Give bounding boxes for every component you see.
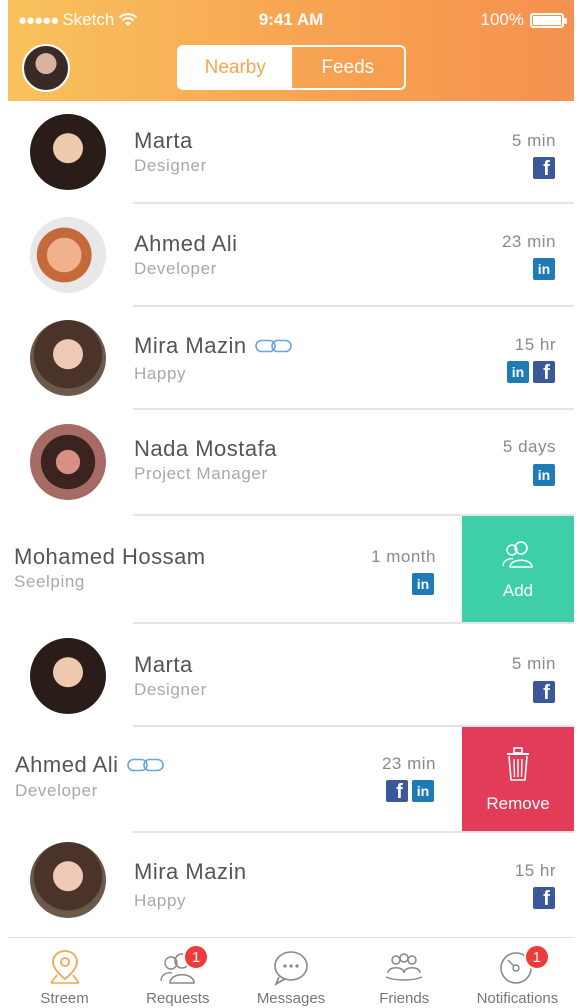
list-item[interactable]: Mira Mazin Happy 15 hr f — [8, 833, 574, 937]
friends-icon — [381, 946, 427, 988]
map-pin-icon — [42, 946, 88, 988]
tab-label: Streem — [40, 990, 89, 1007]
avatar — [30, 320, 106, 396]
tab-label: Messages — [256, 990, 326, 1007]
tab-requests[interactable]: 1 Requests — [121, 938, 234, 1008]
time-ago: 15 hr — [514, 861, 556, 880]
facebook-icon[interactable]: f — [386, 780, 408, 802]
time-ago: 23 min — [501, 232, 556, 251]
facebook-icon[interactable]: f — [533, 157, 555, 179]
tab-notifications[interactable]: 1 Notifications — [461, 938, 574, 1008]
avatar — [30, 424, 106, 500]
social-links: f in — [386, 780, 434, 802]
add-label: Add — [502, 581, 534, 600]
person-subtitle: Seelping — [14, 572, 85, 591]
facebook-icon[interactable]: f — [533, 887, 555, 909]
person-subtitle: Happy — [134, 891, 187, 910]
segment-nearby[interactable]: Nearby — [179, 47, 292, 88]
person-name: Mohamed Hossam — [14, 544, 206, 569]
person-subtitle: Designer — [134, 156, 207, 175]
avatar — [30, 114, 106, 190]
people-list: Marta Designer 5 min f Ahmed Ali Develop… — [8, 101, 574, 937]
person-subtitle: Developer — [134, 259, 217, 278]
facebook-icon[interactable]: f — [533, 681, 555, 703]
profile-avatar[interactable] — [22, 44, 70, 92]
person-name: Mira Mazin — [134, 333, 293, 359]
requests-badge: 1 — [183, 944, 210, 970]
add-button[interactable]: Add — [462, 516, 574, 624]
tab-friends[interactable]: Friends — [348, 938, 461, 1008]
social-links: f — [533, 887, 555, 909]
tab-label: Requests — [146, 990, 210, 1007]
battery-icon — [530, 12, 567, 28]
linkedin-icon[interactable]: in — [533, 464, 555, 486]
battery-status: 100% — [480, 10, 567, 30]
add-friend-icon — [502, 541, 533, 568]
list-item[interactable]: Mira Mazin Happy 15 hr in f — [8, 307, 574, 410]
time-ago: 1 month — [371, 547, 436, 566]
tab-label: Friends — [379, 990, 430, 1007]
status-bar: ●●●●● Sketch 9:41 AM 100% — [8, 0, 574, 36]
list-item[interactable]: Marta Designer 5 min f — [8, 624, 574, 727]
person-name: Ahmed Ali — [15, 752, 165, 778]
person-name: Marta — [134, 128, 193, 153]
linkedin-icon[interactable]: in — [412, 573, 434, 595]
notifications-badge: 1 — [523, 944, 550, 970]
social-links: in f — [507, 361, 555, 383]
person-name: Ahmed Ali — [134, 231, 238, 256]
time-ago: 5 days — [502, 437, 556, 456]
remove-button[interactable]: Remove — [462, 727, 574, 833]
social-links: in — [533, 464, 555, 486]
social-links: f — [533, 681, 555, 703]
time-ago: 5 min — [511, 131, 556, 150]
segmented-control: Nearby Feeds — [177, 45, 406, 90]
person-subtitle: Developer — [15, 781, 98, 800]
avatar — [30, 842, 106, 918]
list-item[interactable]: Ahmed Ali Developer 23 min f in Remove — [8, 727, 574, 833]
time-ago: 23 min — [381, 754, 436, 773]
social-links: f — [533, 157, 555, 179]
link-icon — [126, 758, 164, 772]
app-header: ●●●●● Sketch 9:41 AM 100% Nearby Feeds — [8, 0, 574, 101]
list-item[interactable]: Nada Mostafa Project Manager 5 days in — [8, 410, 574, 516]
person-name: Marta — [134, 652, 193, 677]
trash-icon — [507, 747, 529, 781]
link-icon — [254, 339, 292, 353]
time-ago: 5 min — [511, 654, 556, 673]
remove-label: Remove — [486, 794, 550, 813]
person-subtitle: Designer — [134, 680, 207, 699]
battery-percent: 100% — [480, 10, 524, 29]
segment-feeds[interactable]: Feeds — [292, 47, 405, 88]
linkedin-icon[interactable]: in — [507, 361, 529, 383]
avatar — [30, 638, 106, 714]
social-links: in — [533, 258, 555, 280]
person-name: Mira Mazin — [134, 859, 247, 884]
linkedin-icon[interactable]: in — [412, 780, 434, 802]
tab-messages[interactable]: Messages — [234, 938, 347, 1008]
tab-streem[interactable]: Streem — [8, 938, 121, 1008]
person-subtitle: Happy — [134, 364, 187, 383]
tab-label: Notifications — [476, 990, 559, 1007]
list-item[interactable]: Marta Designer 5 min f — [8, 101, 574, 204]
linkedin-icon[interactable]: in — [533, 258, 555, 280]
chat-bubble-icon — [268, 946, 314, 988]
avatar — [30, 217, 106, 293]
tab-bar: Streem 1 Requests Messages Friends 1 Not… — [8, 937, 574, 1008]
time-ago: 15 hr — [514, 335, 556, 354]
list-item[interactable]: Ahmed Ali Developer 23 min in — [8, 204, 574, 307]
facebook-icon[interactable]: f — [533, 361, 555, 383]
person-name: Nada Mostafa — [134, 436, 277, 461]
person-subtitle: Project Manager — [134, 464, 268, 483]
social-links: in — [412, 573, 434, 595]
list-item[interactable]: Mohamed Hossam Seelping 1 month in Add — [8, 516, 574, 624]
